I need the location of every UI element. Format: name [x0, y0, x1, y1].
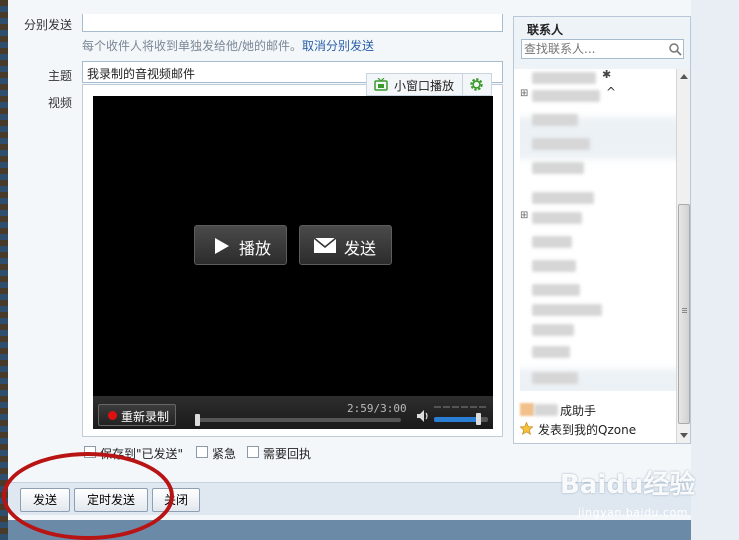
contact-item[interactable] [520, 343, 670, 359]
progress-handle[interactable] [195, 414, 200, 426]
separate-send-hint-text: 每个收件人将收到单独发给他/她的邮件。 [82, 39, 303, 53]
video-control-bar: 重新录制 2:59/3:00 [93, 396, 493, 429]
contacts-title: 联系人 [527, 23, 564, 37]
scroll-down-arrow[interactable] [680, 433, 688, 438]
contacts-scrollbar[interactable] [676, 69, 690, 443]
subject-value: 我录制的音视频邮件 [87, 67, 196, 81]
gear-icon[interactable] [468, 76, 485, 93]
recipients-field[interactable] [82, 14, 503, 32]
compose-window: 分别发送 每个收件人将收到单独发给他/她的邮件。取消分别发送 主题 我录制的音视… [8, 0, 691, 520]
contact-group-item[interactable]: ⊞ ^ [520, 85, 620, 103]
watermark-sub: jingyan.baidu.com [578, 506, 689, 519]
record-dot-icon [108, 411, 117, 420]
search-icon[interactable] [669, 43, 682, 56]
separate-send-label: 分别发送 [24, 18, 73, 32]
contact-group-item[interactable]: ✱ [520, 69, 620, 85]
assistant-icon [520, 403, 534, 416]
contact-item[interactable] [520, 159, 670, 175]
receipt-checkbox[interactable] [247, 446, 259, 458]
urgent-checkbox[interactable] [196, 446, 208, 458]
video-label: 视频 [48, 96, 73, 110]
send-video-button[interactable]: 发送 [299, 225, 392, 265]
contacts-header: 联系人 [514, 17, 690, 69]
rerecord-button[interactable]: 重新录制 [98, 404, 176, 426]
contacts-panel: 联系人 ✱ ⊞^ ⊞ 成助手 [513, 16, 691, 444]
baidu-jingyan-watermark: Baidu经验 jingyan.baidu.com [560, 458, 735, 528]
cancel-separate-send-link[interactable]: 取消分别发送 [302, 39, 374, 53]
contact-item[interactable] [520, 301, 670, 317]
separate-send-hint: 每个收件人将收到单独发给他/她的邮件。取消分别发送 [82, 37, 374, 54]
mini-window-play-button[interactable]: 小窗口播放 [367, 74, 463, 95]
envelope-icon [314, 238, 336, 253]
progress-slider[interactable] [195, 414, 401, 426]
volume-icon[interactable] [417, 410, 431, 422]
rerecord-label: 重新录制 [121, 410, 170, 424]
subject-label: 主题 [48, 69, 73, 83]
mini-window-play-label: 小窗口播放 [394, 79, 455, 93]
volume-ticks [434, 406, 488, 408]
background-window-strip [0, 0, 8, 540]
contact-item[interactable] [520, 369, 670, 385]
contact-item[interactable] [520, 321, 670, 337]
watermark-main: Baidu经验 [560, 470, 696, 500]
video-player: 播放 发送 重新录制 2:59/3:00 [93, 96, 493, 429]
contact-item[interactable] [520, 111, 670, 127]
tv-icon [374, 78, 388, 91]
contact-item[interactable] [520, 233, 670, 249]
annotation-circle [2, 452, 174, 540]
contacts-search[interactable] [521, 39, 684, 59]
contact-item[interactable]: ⊞ [520, 209, 670, 225]
scroll-up-arrow[interactable] [680, 74, 688, 79]
contact-item[interactable] [520, 257, 670, 273]
volume-handle[interactable] [475, 413, 481, 425]
send-video-label: 发送 [344, 239, 377, 258]
file-transfer-assistant[interactable]: 成助手 [520, 401, 670, 419]
scroll-thumb[interactable] [678, 204, 690, 424]
qzone-star-icon [520, 422, 533, 435]
urgent-label: 紧急 [212, 447, 237, 461]
contact-item[interactable] [520, 135, 670, 151]
play-label: 播放 [239, 239, 272, 258]
post-to-qzone[interactable]: 发表到我的Qzone [520, 420, 670, 438]
contacts-search-input[interactable] [524, 41, 664, 57]
contact-item[interactable] [520, 281, 670, 297]
time-display: 2:59/3:00 [347, 402, 407, 415]
play-icon [215, 238, 229, 254]
contact-item[interactable] [520, 189, 670, 205]
play-button[interactable]: 播放 [194, 225, 287, 265]
contacts-list: ✱ ⊞ ^ ⊞ [520, 69, 678, 391]
mini-window-toolbar: 小窗口播放 [366, 73, 492, 96]
post-to-qzone-label: 发表到我的Qzone [538, 423, 637, 437]
receipt-label: 需要回执 [263, 447, 312, 461]
file-transfer-assistant-label: 成助手 [560, 404, 597, 418]
